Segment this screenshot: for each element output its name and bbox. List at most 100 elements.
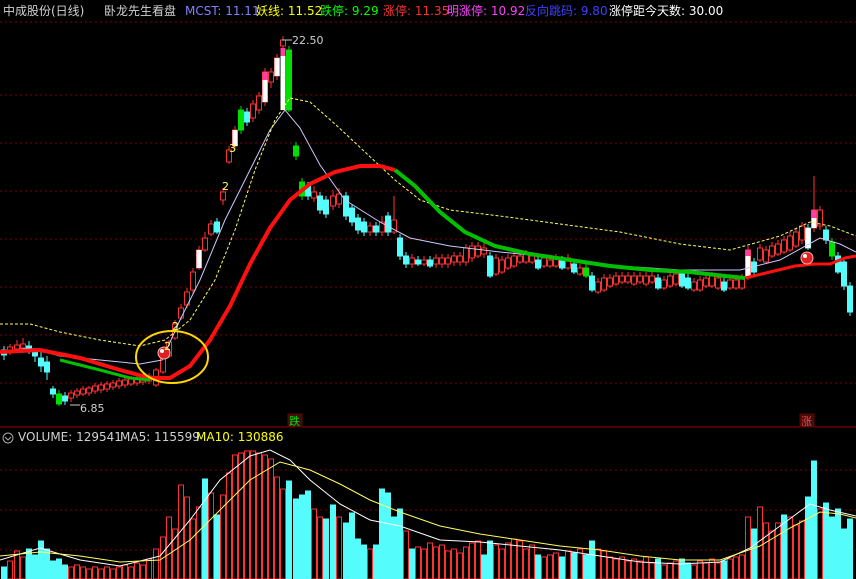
candle-body <box>511 255 517 267</box>
candle-body <box>373 225 379 233</box>
candle-body <box>697 279 703 291</box>
candle-body <box>775 243 781 255</box>
candle-top <box>262 72 268 80</box>
volume-bar <box>20 556 26 579</box>
volume-bar <box>208 492 214 579</box>
volume-bar <box>226 472 232 579</box>
volume-bar <box>487 540 493 579</box>
volume-bar <box>373 544 379 579</box>
candle-body <box>238 109 244 131</box>
candle-body <box>355 217 361 231</box>
candle-body <box>475 245 481 257</box>
candle-body <box>841 261 847 287</box>
candle-body <box>703 277 709 287</box>
mcst-value: MCST: 11.11 <box>185 4 260 18</box>
volume-bar <box>793 524 799 579</box>
volume-bar <box>317 516 323 579</box>
candle-body <box>673 273 679 285</box>
volume-bar <box>457 552 463 579</box>
volume-bar <box>293 498 299 579</box>
candle-body <box>583 267 589 277</box>
volume-bar <box>262 454 268 579</box>
volume-bar <box>523 548 529 579</box>
candle-body <box>571 263 577 273</box>
volume-bar <box>535 554 541 579</box>
volume-bar <box>655 558 661 579</box>
volume-bar <box>385 492 391 579</box>
volume-bar <box>493 544 499 579</box>
low-label: 6.85 <box>80 402 105 415</box>
volume-bar <box>311 508 317 579</box>
chart-header: 中成股份(日线) 卧龙先生看盘 MCST: 11.11 妖线: 11.52 跌停… <box>0 0 856 22</box>
candle-body <box>823 229 829 241</box>
volume-bar <box>367 548 373 579</box>
volume-value: VOLUME: 129541 <box>18 430 122 444</box>
volume-bar <box>92 566 98 579</box>
volume-bar <box>80 566 86 579</box>
die-value: 跌停: 9.29 <box>320 4 379 18</box>
candle-body <box>330 195 336 207</box>
candle-body <box>517 255 523 263</box>
volume-bar <box>763 522 769 579</box>
volume-bar <box>116 566 122 579</box>
candle-body <box>311 191 317 199</box>
candle-body <box>110 382 116 388</box>
volume-bar <box>667 562 673 579</box>
candle-body <box>280 39 286 47</box>
volume-bar <box>110 568 116 579</box>
candle-highlight <box>274 58 280 76</box>
volume-bar <box>601 550 607 579</box>
candle-body <box>481 247 487 255</box>
volume-bar <box>811 460 817 579</box>
kline-chart: 22.506.852232跌涨 <box>0 21 856 579</box>
candle-body <box>178 307 184 319</box>
candle-body <box>86 387 92 394</box>
volume-bar <box>517 540 523 579</box>
candle-top <box>745 250 751 256</box>
candle-body <box>457 255 463 263</box>
zhang-marker: 涨 <box>801 415 812 428</box>
volume-bar <box>74 564 80 579</box>
candle-body <box>56 393 62 405</box>
candle-body <box>631 275 637 285</box>
volume-bar <box>775 522 781 579</box>
candle-body <box>427 259 433 267</box>
volume-bar <box>86 568 92 579</box>
candle-body <box>799 225 805 241</box>
volume-bar <box>751 528 757 579</box>
candle-body <box>835 255 841 273</box>
volume-bar <box>379 488 385 579</box>
volume-bar <box>305 490 311 579</box>
candle-body <box>595 281 601 293</box>
candle-body <box>547 259 553 267</box>
candle-body <box>80 388 86 395</box>
signal-ball <box>800 251 814 265</box>
candle-body <box>349 207 355 223</box>
volume-bar <box>679 558 685 579</box>
candle-body <box>637 275 643 283</box>
candle-body <box>721 281 727 291</box>
indicator-name: 卧龙先生看盘 <box>104 4 177 18</box>
candle-body <box>202 237 208 251</box>
volume-bar <box>56 558 62 579</box>
candle-body <box>829 241 835 257</box>
candle-body <box>208 223 214 235</box>
volume-bar <box>595 548 601 579</box>
signal-number: 2 <box>164 340 171 353</box>
volume-bar <box>619 556 625 579</box>
candle-highlight <box>745 254 751 278</box>
volume-bar <box>661 564 667 579</box>
candle-body <box>439 257 445 265</box>
volume-bar <box>244 450 250 579</box>
volume-bar <box>268 458 274 579</box>
candle-body <box>715 277 721 289</box>
candle-body <box>62 395 68 402</box>
volume-bar <box>469 542 475 579</box>
candle-body <box>679 273 685 287</box>
volume-bar <box>330 504 336 579</box>
volume-bar <box>427 542 433 579</box>
volume-bar <box>202 478 208 579</box>
candle-body <box>190 271 196 291</box>
candle-body <box>589 275 595 291</box>
volume-bar <box>835 508 841 579</box>
